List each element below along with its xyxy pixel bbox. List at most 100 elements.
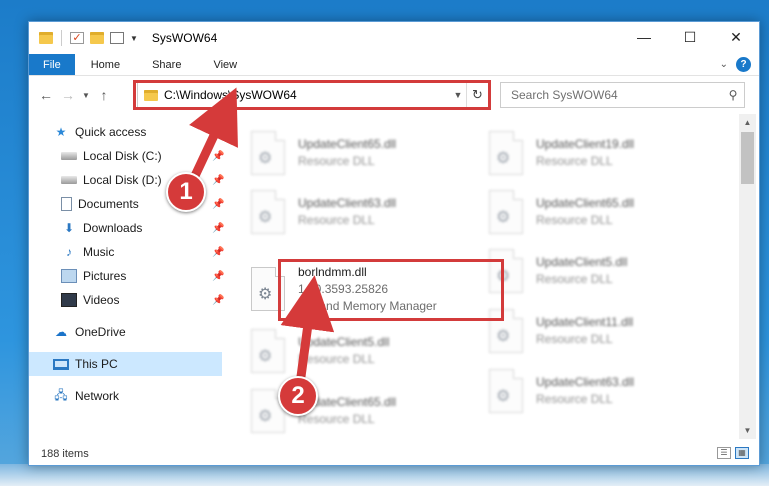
desktop-wallpaper [0, 464, 769, 486]
new-folder-icon[interactable] [90, 32, 104, 44]
scrollbar-thumb[interactable] [741, 132, 754, 184]
dll-file-icon: ⚙ [489, 309, 523, 353]
expand-ribbon-icon[interactable]: ⌄ [720, 59, 728, 70]
folder-icon [144, 89, 158, 101]
forward-arrow-icon[interactable]: → [57, 87, 79, 103]
dll-file-icon: ⚙ [489, 369, 523, 413]
navigation-pane: ★ Quick access Local Disk (C:) 📌 Local D… [29, 120, 225, 438]
sidebar-item-label: Documents [78, 197, 139, 211]
gear-icon: ⚙ [258, 348, 273, 365]
scroll-down-arrow-icon[interactable]: ▼ [739, 422, 756, 439]
window-title: SysWOW64 [151, 31, 218, 45]
computer-icon [53, 358, 69, 370]
sidebar-item-label: Local Disk (D:) [83, 173, 162, 187]
sidebar-item-videos[interactable]: Videos 📌 [61, 288, 225, 312]
status-bar: 188 items ☰ ▦ [29, 443, 759, 465]
sidebar-item-pictures[interactable]: Pictures 📌 [61, 264, 225, 288]
file-name: UpdateClient63.dll [536, 375, 635, 389]
gear-icon: ⚙ [258, 286, 273, 303]
sidebar-item-local-disk-c[interactable]: Local Disk (C:) 📌 [61, 144, 225, 168]
sidebar-item-music[interactable]: ♪ Music 📌 [61, 240, 225, 264]
chevron-down-icon[interactable]: ▼ [450, 90, 466, 100]
sidebar-item-label: Videos [83, 293, 120, 307]
vertical-scrollbar[interactable]: ▲ ▼ [739, 114, 756, 439]
help-icon[interactable]: ? [736, 57, 751, 72]
scroll-up-arrow-icon[interactable]: ▲ [739, 114, 756, 131]
sidebar-item-label: Downloads [83, 221, 143, 235]
dll-file-icon: ⚙ [489, 249, 523, 293]
file-item[interactable]: ⚙ UpdateClient63.dll Resource DLL [251, 183, 479, 241]
pin-icon[interactable]: 📌 [212, 199, 224, 210]
pin-icon[interactable]: 📌 [212, 295, 224, 306]
file-item[interactable]: ⚙ UpdateClient63.dll Resource DLL [489, 362, 717, 420]
properties-check-icon[interactable]: ✓ [70, 32, 84, 44]
back-arrow-icon[interactable]: ← [35, 87, 57, 103]
tab-view[interactable]: View [197, 54, 253, 75]
quick-access-toolbar: ✓ ▼ [29, 30, 138, 46]
sidebar-item-onedrive[interactable]: ☁ OneDrive [53, 320, 203, 344]
star-icon: ★ [55, 125, 67, 139]
pin-icon[interactable]: 📌 [212, 271, 224, 282]
file-item[interactable]: ⚙ UpdateClient5.dll Resource DLL [489, 242, 717, 300]
document-icon [61, 197, 72, 211]
tab-home[interactable]: Home [75, 54, 136, 75]
file-name: UpdateClient19.dll [536, 137, 635, 151]
file-item[interactable]: ⚙ UpdateClient11.dll Resource DLL [489, 302, 717, 360]
sidebar-item-this-pc[interactable]: This PC [29, 352, 222, 376]
step-1-callout: 1 [166, 172, 206, 212]
music-icon: ♪ [66, 245, 72, 259]
sidebar-item-quick-access[interactable]: ★ Quick access [53, 120, 203, 144]
file-name: UpdateClient5.dll [536, 255, 628, 269]
large-icons-view-icon[interactable]: ▦ [735, 447, 749, 459]
gear-icon: ⚙ [496, 328, 511, 345]
file-type: Resource DLL [536, 213, 613, 227]
sidebar-item-label: Network [75, 389, 120, 403]
search-input[interactable] [511, 88, 722, 102]
sidebar-item-label: Quick access [75, 125, 147, 139]
search-icon[interactable]: ⚲ [722, 88, 744, 102]
file-type: Resource DLL [536, 392, 613, 406]
maximize-button[interactable]: ☐ [667, 22, 713, 52]
customize-toolbar-icon[interactable] [110, 32, 124, 44]
file-item-borlndmm[interactable]: ⚙ borlndmm.dll 14.0.3593.25826 Borland M… [251, 260, 479, 318]
dll-file-icon: ⚙ [251, 131, 285, 175]
close-button[interactable]: ✕ [713, 22, 759, 52]
dll-file-icon: ⚙ [489, 190, 523, 234]
address-bar[interactable]: C:\Windows\SysWOW64 ▼ ↻ [137, 82, 489, 108]
search-box[interactable]: ⚲ [500, 82, 745, 108]
dll-file-icon: ⚙ [251, 329, 285, 373]
divider [61, 30, 62, 46]
recent-locations-icon[interactable]: ▼ [79, 91, 93, 100]
step-2-callout: 2 [278, 376, 318, 416]
tab-file[interactable]: File [29, 54, 75, 75]
pin-icon[interactable]: 📌 [212, 175, 224, 186]
refresh-icon[interactable]: ↻ [466, 83, 488, 107]
file-version: 14.0.3593.25826 [298, 281, 389, 296]
file-name: UpdateClient5.dll [298, 335, 390, 349]
file-name: UpdateClient65.dll [298, 137, 397, 151]
file-item[interactable]: ⚙ UpdateClient19.dll Resource DLL [489, 124, 717, 182]
up-arrow-icon[interactable]: ↑ [93, 87, 115, 103]
pin-icon[interactable]: 📌 [212, 223, 224, 234]
file-item[interactable]: ⚙ UpdateClient65.dll Resource DLL [489, 183, 717, 241]
details-view-icon[interactable]: ☰ [717, 447, 731, 459]
sidebar-item-network[interactable]: 🖧 Network [53, 384, 203, 408]
cloud-icon: ☁ [55, 325, 67, 339]
file-type: Resource DLL [536, 272, 613, 286]
pin-icon[interactable]: 📌 [212, 151, 224, 162]
file-description: Borland Memory Manager [298, 298, 437, 313]
sidebar-item-label: Local Disk (C:) [83, 149, 162, 163]
network-icon: 🖧 [54, 387, 68, 402]
address-path[interactable]: C:\Windows\SysWOW64 [164, 88, 450, 102]
pin-icon[interactable]: 📌 [212, 247, 224, 258]
chevron-down-icon[interactable]: ▼ [130, 34, 138, 43]
drive-icon [61, 152, 77, 160]
file-type: Resource DLL [298, 154, 375, 168]
navigation-bar: ← → ▼ ↑ C:\Windows\SysWOW64 ▼ ↻ ⚲ [29, 78, 759, 112]
file-item[interactable]: ⚙ UpdateClient5.dll Resource DLL [251, 322, 479, 380]
minimize-button[interactable]: — [621, 22, 667, 52]
sidebar-item-downloads[interactable]: ⬇ Downloads 📌 [61, 216, 225, 240]
dll-file-icon: ⚙ [251, 267, 285, 311]
tab-share[interactable]: Share [136, 54, 197, 75]
file-item[interactable]: ⚙ UpdateClient65.dll Resource DLL [251, 124, 479, 182]
